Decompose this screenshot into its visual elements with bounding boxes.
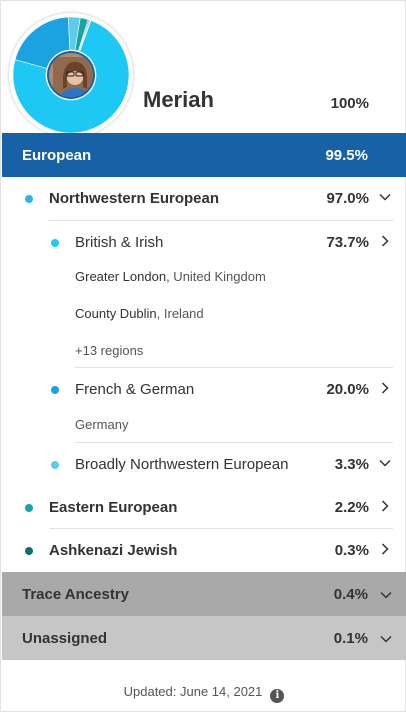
european-label: European	[22, 146, 92, 164]
region-percent: 2.2%	[334, 499, 369, 516]
ethnicity-donut-chart[interactable]	[9, 13, 133, 137]
sub-region-germany: Germany	[75, 417, 128, 432]
unassigned-label: Unassigned	[22, 629, 108, 647]
profile-header: Meriah 100%	[1, 1, 406, 137]
region-row-ashkenazi-jewish[interactable]: Ashkenazi Jewish 0.3%	[1, 531, 406, 571]
more-regions-text: +13 regions	[75, 343, 144, 358]
sub-region-greater-london: Greater London, United Kingdom	[75, 269, 266, 284]
more-regions-link[interactable]: +13 regions	[75, 343, 143, 358]
divider	[75, 367, 393, 368]
chevron-right-icon[interactable]	[379, 500, 391, 512]
divider	[49, 528, 393, 529]
trace-ancestry-percent: 0.4%	[333, 585, 368, 603]
updated-date: Updated: June 14, 2021	[123, 684, 263, 699]
color-dot-icon	[25, 195, 33, 203]
profile-name: Meriah	[143, 87, 214, 112]
updated-footer: Updated: June 14, 2021 i	[1, 684, 406, 703]
region-row-eastern-european[interactable]: Eastern European 2.2%	[1, 488, 406, 528]
european-band[interactable]: European 99.5%	[2, 133, 406, 177]
divider	[49, 220, 393, 221]
region-row-broadly-northwestern-european[interactable]: Broadly Northwestern European 3.3%	[1, 445, 406, 485]
trace-ancestry-band[interactable]: Trace Ancestry 0.4%	[2, 572, 406, 616]
region-percent: 0.3%	[334, 542, 369, 559]
region-row-british-irish[interactable]: British & Irish 73.7%	[1, 223, 406, 263]
region-row-french-german[interactable]: French & German 20.0%	[1, 370, 406, 410]
unassigned-percent: 0.1%	[333, 629, 368, 647]
info-icon[interactable]: i	[270, 689, 285, 703]
region-label: Broadly Northwestern European	[75, 456, 289, 473]
chevron-down-icon[interactable]	[379, 191, 391, 203]
color-dot-icon	[25, 547, 33, 555]
region-row-northwestern-european[interactable]: Northwestern European 97.0%	[1, 179, 406, 219]
region-label: Northwestern European	[49, 190, 220, 207]
divider	[75, 442, 393, 443]
avatar-photo-icon	[53, 57, 93, 97]
sub-region-place: Germany	[75, 417, 129, 432]
sub-region-place: Greater London	[75, 269, 167, 284]
sub-region-country: , United Kingdom	[166, 269, 266, 284]
color-dot-icon	[51, 461, 59, 469]
sub-region-country: , Ireland	[156, 306, 204, 321]
total-percent: 100%	[330, 95, 369, 112]
chevron-right-icon[interactable]	[379, 235, 391, 247]
region-percent: 20.0%	[326, 381, 369, 398]
region-label: Eastern European	[49, 499, 178, 516]
chevron-down-icon[interactable]	[380, 633, 392, 645]
sub-region-county-dublin: County Dublin, Ireland	[75, 306, 204, 321]
ethnicity-card: Meriah 100% European 99.5% Northwestern …	[0, 0, 406, 712]
region-percent: 97.0%	[326, 190, 369, 207]
region-percent: 73.7%	[326, 234, 369, 251]
avatar	[49, 53, 93, 97]
region-label: British & Irish	[75, 234, 164, 251]
trace-ancestry-label: Trace Ancestry	[22, 585, 130, 603]
chevron-down-icon[interactable]	[380, 589, 392, 601]
color-dot-icon	[51, 386, 59, 394]
chevron-right-icon[interactable]	[379, 382, 391, 394]
unassigned-band[interactable]: Unassigned 0.1%	[2, 616, 406, 660]
color-dot-icon	[25, 504, 33, 512]
chevron-down-icon[interactable]	[379, 457, 391, 469]
region-label: Ashkenazi Jewish	[49, 542, 178, 559]
color-dot-icon	[51, 239, 59, 247]
chevron-right-icon[interactable]	[379, 543, 391, 555]
european-percent: 99.5%	[325, 146, 368, 164]
region-label: French & German	[75, 381, 195, 398]
sub-region-place: County Dublin	[75, 306, 157, 321]
region-percent: 3.3%	[334, 456, 369, 473]
